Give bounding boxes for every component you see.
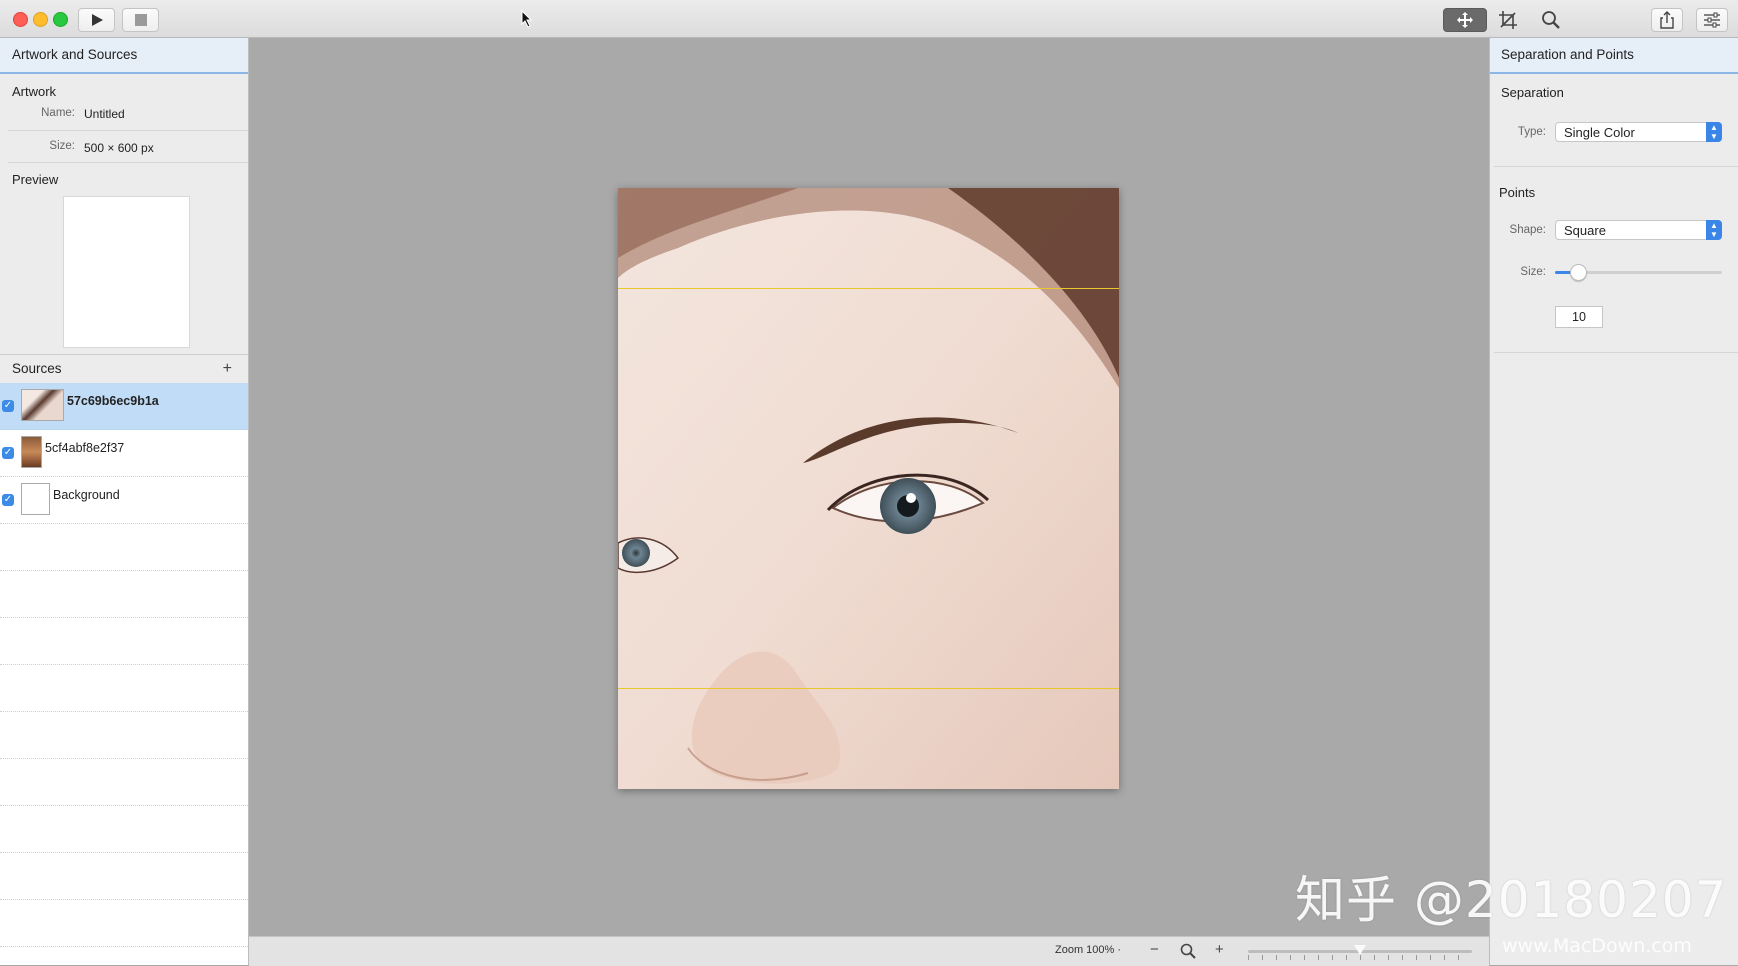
- watermark-site: www.MacDown.com: [1502, 935, 1692, 957]
- name-label: Name:: [41, 107, 75, 119]
- crop-icon: [1499, 11, 1517, 29]
- move-icon: [1457, 12, 1473, 28]
- source-row[interactable]: ✓ 57c69b6ec9b1a: [0, 383, 248, 430]
- divider: [8, 162, 248, 163]
- crop-tool-button[interactable]: [1492, 8, 1524, 32]
- chevron-up-down-icon: ▲ ▼: [1706, 220, 1722, 240]
- divider: [1494, 352, 1738, 353]
- zoom-slider[interactable]: [1248, 945, 1472, 955]
- source-thumbnail: [21, 483, 50, 515]
- sliders-icon: [1704, 12, 1720, 28]
- inspector-toggle-button[interactable]: [1696, 8, 1728, 32]
- artwork-size-value: 500 × 600 px: [84, 141, 154, 155]
- stop-button[interactable]: [122, 8, 159, 32]
- zoom-label: Zoom 100% ·: [1055, 944, 1122, 956]
- source-name: 57c69b6ec9b1a: [67, 394, 159, 408]
- share-button[interactable]: [1651, 8, 1683, 32]
- source-checkbox[interactable]: ✓: [2, 447, 14, 459]
- maximize-window-button[interactable]: [53, 12, 68, 27]
- artwork-section-title: Artwork: [12, 84, 57, 99]
- separation-type-select[interactable]: Single Color ▲ ▼: [1555, 122, 1722, 142]
- separation-points-panel: Separation and Points Separation Type: S…: [1489, 38, 1738, 965]
- separation-type-value: Single Color: [1564, 125, 1635, 140]
- add-source-button[interactable]: +: [223, 355, 232, 383]
- point-size-slider[interactable]: [1555, 264, 1722, 281]
- share-icon: [1660, 11, 1674, 29]
- type-label: Type:: [1517, 126, 1546, 138]
- minimize-window-button[interactable]: [33, 12, 48, 27]
- artwork-sources-panel: Artwork and Sources Artwork Name: Untitl…: [0, 38, 249, 965]
- size-label: Size:: [49, 140, 75, 152]
- source-row[interactable]: ✓ Background: [0, 477, 248, 524]
- shape-label: Shape:: [1509, 224, 1546, 236]
- window-toolbar: [0, 0, 1738, 38]
- point-size-label: Size:: [1520, 266, 1546, 278]
- artwork-name-value[interactable]: Untitled: [84, 107, 125, 121]
- divider: [1494, 166, 1738, 167]
- separation-section-title: Separation: [1501, 85, 1564, 100]
- zoom-tool-button[interactable]: [1535, 8, 1567, 32]
- empty-row: [0, 759, 248, 806]
- empty-row: [0, 524, 248, 571]
- preview-section-title: Preview: [12, 172, 59, 187]
- play-button[interactable]: [78, 8, 115, 32]
- face-photo: [618, 188, 1119, 789]
- point-size-input[interactable]: 10: [1555, 306, 1603, 328]
- separation-guide-line[interactable]: [618, 288, 1119, 289]
- close-window-button[interactable]: [13, 12, 28, 27]
- play-icon: [91, 14, 103, 26]
- artwork-canvas[interactable]: [618, 188, 1119, 789]
- point-shape-select[interactable]: Square ▲ ▼: [1555, 220, 1722, 240]
- mouse-cursor-icon: [521, 10, 533, 28]
- stop-icon: [134, 14, 147, 26]
- zoom-fit-icon[interactable]: [1180, 943, 1196, 959]
- source-row[interactable]: ✓ 5cf4abf8e2f37: [0, 430, 248, 477]
- left-panel-title: Artwork and Sources: [0, 38, 248, 74]
- empty-row: [0, 900, 248, 947]
- point-size-slider-knob[interactable]: [1570, 264, 1587, 281]
- status-bar: Zoom 100% · − +: [249, 936, 1489, 966]
- chevron-up-down-icon: ▲ ▼: [1706, 122, 1722, 142]
- source-name: Background: [53, 488, 120, 502]
- sources-list: ✓ 57c69b6ec9b1a ✓ 5cf4abf8e2f37 ✓ Backgr…: [0, 383, 248, 965]
- point-shape-value: Square: [1564, 223, 1606, 238]
- empty-row: [0, 806, 248, 853]
- points-section-title: Points: [1499, 185, 1536, 200]
- zoom-slider-knob[interactable]: [1354, 945, 1366, 955]
- zoom-out-button[interactable]: −: [1150, 941, 1159, 958]
- move-tool-button[interactable]: [1443, 8, 1487, 32]
- watermark-text: 知乎 @20180207: [1295, 871, 1728, 929]
- empty-row: [0, 665, 248, 712]
- sources-header: Sources +: [0, 354, 248, 384]
- empty-row: [0, 712, 248, 759]
- zoom-icon: [1542, 11, 1560, 29]
- separation-guide-line[interactable]: [618, 688, 1119, 689]
- empty-row: [0, 618, 248, 665]
- artwork-preview: [63, 196, 190, 348]
- source-thumbnail: [21, 436, 42, 468]
- source-thumbnail: [21, 389, 64, 421]
- source-checkbox[interactable]: ✓: [2, 400, 14, 412]
- divider: [8, 130, 248, 131]
- right-panel-title: Separation and Points: [1490, 38, 1738, 74]
- empty-row: [0, 853, 248, 900]
- zoom-slider-ticks: [1248, 955, 1472, 960]
- source-name: 5cf4abf8e2f37: [45, 441, 125, 455]
- empty-row: [0, 571, 248, 618]
- sources-title: Sources: [12, 361, 62, 376]
- source-checkbox[interactable]: ✓: [2, 494, 14, 506]
- zoom-in-button[interactable]: +: [1215, 941, 1224, 958]
